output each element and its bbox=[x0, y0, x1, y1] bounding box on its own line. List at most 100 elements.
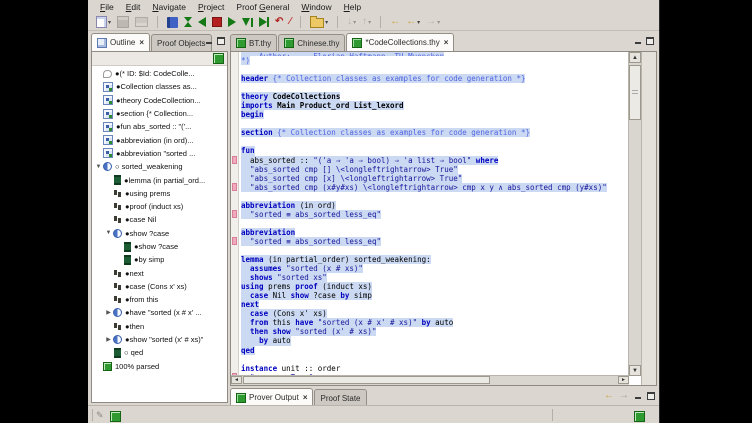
close-icon[interactable]: × bbox=[139, 38, 144, 47]
outline-item[interactable]: ●theory CodeCollection... bbox=[92, 94, 227, 107]
new-button[interactable]: ▾ bbox=[94, 15, 113, 29]
editor-tab-codecollections-thy[interactable]: *CodeCollections.thy× bbox=[346, 33, 454, 51]
outline-item[interactable]: ●fun abs_sorted :: "('... bbox=[92, 120, 227, 133]
outline-item-label: ●proof (induct xs) bbox=[125, 202, 183, 211]
menu-help[interactable]: Help bbox=[338, 2, 367, 12]
close-icon[interactable]: × bbox=[303, 393, 308, 402]
undo-step-button[interactable] bbox=[196, 15, 208, 29]
outline-item[interactable]: ●abbreviation (in ord)... bbox=[92, 133, 227, 146]
outline-item[interactable]: ●next bbox=[92, 266, 227, 279]
outline-item[interactable]: ▶ ●have "sorted (x # x' ... bbox=[92, 306, 227, 319]
code-line: begin bbox=[241, 110, 629, 119]
expander-closed-icon[interactable]: ▶ bbox=[104, 309, 113, 316]
expander-open-icon[interactable]: ▼ bbox=[104, 230, 113, 236]
outline-view: ●(* ID: $Id: CodeColle...●Collection cla… bbox=[91, 51, 228, 403]
outline-item-label: ○ qed bbox=[124, 348, 143, 357]
toggle-prover-button[interactable] bbox=[165, 15, 180, 29]
menu-navigate[interactable]: Navigate bbox=[146, 2, 192, 12]
expander-closed-icon[interactable]: ▶ bbox=[104, 336, 113, 343]
editor-body: Author: Florian Haftmann, TU Muenchen*)h… bbox=[230, 51, 657, 386]
outline-item[interactable]: ●section {* Collection... bbox=[92, 107, 227, 120]
outline-item[interactable]: ●proof (induct xs) bbox=[92, 200, 227, 213]
outline-item[interactable]: ●case Nil bbox=[92, 213, 227, 226]
outline-item[interactable]: ●case (Cons x' xs) bbox=[92, 280, 227, 293]
prover-tab-proof-state[interactable]: Proof State bbox=[314, 389, 366, 406]
change-marker-icon[interactable] bbox=[232, 156, 237, 164]
view-tab-outline[interactable]: Outline× bbox=[91, 33, 150, 51]
scroll-down-icon[interactable]: ▼ bbox=[629, 365, 641, 376]
change-marker-icon[interactable] bbox=[232, 210, 237, 218]
theory-element-icon bbox=[103, 82, 113, 92]
outline-item[interactable]: ▼○ sorted_weakening bbox=[92, 160, 227, 173]
print-icon bbox=[135, 17, 148, 27]
next-step-button[interactable] bbox=[226, 15, 238, 29]
process-all-button[interactable] bbox=[257, 15, 271, 29]
scroll-right-icon[interactable]: ► bbox=[618, 376, 629, 384]
menu-edit[interactable]: Edit bbox=[120, 2, 147, 12]
code-line: lemma (in partial_order) sorted_weakenin… bbox=[241, 255, 629, 264]
code-line: instance unit :: order bbox=[241, 364, 629, 373]
vertical-scroll-thumb[interactable] bbox=[629, 65, 641, 120]
outline-item[interactable]: ●then bbox=[92, 320, 227, 333]
change-marker-icon[interactable] bbox=[232, 183, 237, 191]
minimize-icon[interactable] bbox=[205, 37, 213, 45]
overview-ruler[interactable] bbox=[641, 52, 656, 385]
close-icon[interactable]: × bbox=[444, 38, 449, 47]
status-bar: ✎ bbox=[88, 405, 659, 423]
back-button[interactable]: ←▾ bbox=[404, 15, 422, 29]
minimize-icon[interactable] bbox=[634, 392, 642, 400]
last-edit-location-button[interactable]: ← bbox=[388, 15, 402, 29]
scroll-left-icon[interactable]: ◄ bbox=[231, 376, 242, 384]
outline-tree[interactable]: ●(* ID: $Id: CodeColle...●Collection cla… bbox=[92, 65, 227, 402]
outline-item-label: ●then bbox=[125, 322, 144, 331]
maximize-icon[interactable] bbox=[646, 37, 654, 45]
undo-all-button[interactable]: ↶ bbox=[273, 15, 285, 29]
retract-all-button[interactable] bbox=[182, 15, 194, 29]
editor-tab-chinese-thy[interactable]: Chinese.thy bbox=[278, 34, 345, 51]
outline-item[interactable]: ●Collection classes as... bbox=[92, 80, 227, 93]
editor-tab-bt-thy[interactable]: BT.thy bbox=[230, 34, 277, 51]
toggle-prover-icon bbox=[167, 17, 178, 28]
open-folder-button[interactable]: ▾ bbox=[308, 15, 330, 29]
menu-window[interactable]: Window bbox=[295, 2, 337, 12]
outline-item[interactable]: ●using prems bbox=[92, 187, 227, 200]
prover-tab-prover-output[interactable]: Prover Output× bbox=[230, 388, 313, 406]
code-area[interactable]: Author: Florian Haftmann, TU Muenchen*)h… bbox=[239, 52, 629, 376]
menu-proof-general[interactable]: Proof General bbox=[230, 2, 295, 12]
outline-item-label: ●have "sorted (x # x' ... bbox=[125, 308, 202, 317]
outline-item[interactable]: ●from this bbox=[92, 293, 227, 306]
outline-item[interactable]: ▶●show "sorted (x' # xs)" bbox=[92, 333, 227, 346]
code-line: "abs_sorted cmp (x#y#xs) \<longleftright… bbox=[241, 183, 629, 192]
interrupt-button[interactable] bbox=[210, 15, 224, 29]
view-tab-proof-objects[interactable]: Proof Objects bbox=[151, 34, 211, 51]
outline-item[interactable]: ○ qed bbox=[92, 346, 227, 359]
menu-file[interactable]: File bbox=[94, 2, 120, 12]
outline-item[interactable]: ●by simp bbox=[92, 253, 227, 266]
expander-open-icon[interactable]: ▼ bbox=[94, 164, 103, 170]
outline-item[interactable]: ●abbreviation "sorted ... bbox=[92, 147, 227, 160]
outline-item-label: 100% parsed bbox=[115, 362, 159, 371]
outline-item[interactable]: ▼●show ?case bbox=[92, 227, 227, 240]
scroll-up-icon[interactable]: ▲ bbox=[629, 52, 641, 63]
change-marker-icon[interactable] bbox=[232, 237, 237, 245]
maximize-icon[interactable] bbox=[647, 392, 655, 400]
link-with-editor-icon[interactable] bbox=[213, 53, 224, 64]
horizontal-scrollbar[interactable]: ◄ ► bbox=[231, 375, 629, 385]
horizontal-scroll-thumb[interactable] bbox=[243, 376, 490, 384]
outline-item[interactable]: 100% parsed bbox=[92, 360, 227, 373]
dropdown-arrow-icon: ▾ bbox=[368, 19, 371, 26]
code-line bbox=[241, 65, 629, 74]
pen-button[interactable]: ∕ bbox=[287, 15, 293, 29]
toolbar-separator bbox=[300, 16, 301, 28]
menu-project[interactable]: Project bbox=[192, 2, 230, 12]
code-line: theory CodeCollections bbox=[241, 92, 629, 101]
goto-cursor-button[interactable] bbox=[240, 15, 255, 29]
outline-item[interactable]: ●(* ID: $Id: CodeColle... bbox=[92, 67, 227, 80]
minimize-icon[interactable] bbox=[634, 37, 642, 45]
maximize-icon[interactable] bbox=[217, 37, 225, 45]
outline-item[interactable]: ●show ?case bbox=[92, 240, 227, 253]
back-icon[interactable]: ← bbox=[604, 391, 614, 401]
annotation-ruler[interactable] bbox=[231, 52, 239, 376]
outline-item[interactable]: ●lemma (in partial_ord... bbox=[92, 173, 227, 186]
vertical-scrollbar[interactable]: ▲ ▼ bbox=[628, 52, 642, 376]
